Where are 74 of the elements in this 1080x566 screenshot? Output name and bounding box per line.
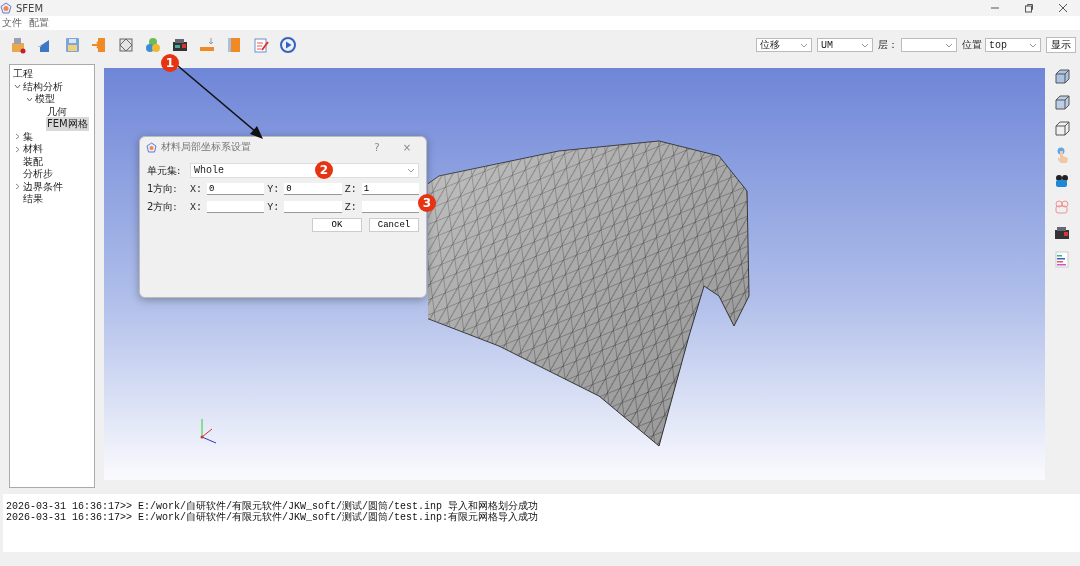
wireframe-cube-icon (1053, 120, 1071, 138)
restore-icon (1024, 3, 1034, 13)
step-down-icon (197, 36, 216, 54)
tree-item[interactable]: 材料 (22, 142, 44, 157)
direction-label: 1方向: (147, 182, 178, 196)
menu-item[interactable]: 配置 (27, 16, 54, 30)
log-line: 2026-03-31 16:36:17>> E:/work/自研软件/有限元软件/JKW_soft/测试/圆筒/test.inp 导入和网格划分成功 (6, 501, 540, 512)
colored-spheres-icon (143, 36, 162, 54)
bar-chart-button[interactable] (1052, 250, 1072, 268)
input-field[interactable] (284, 201, 342, 213)
input-field[interactable] (361, 201, 419, 213)
tree-item[interactable]: 结构分析 (22, 79, 64, 94)
layer-label: 层： (878, 38, 898, 52)
position-dropdown[interactable]: top (985, 38, 1041, 52)
camera-icon (170, 36, 189, 54)
layer-dropdown[interactable] (901, 38, 957, 52)
tree-item[interactable]: 模型 (34, 92, 56, 107)
camera-icon (1053, 224, 1071, 242)
tree-item[interactable]: FEM网格 (46, 117, 89, 132)
axis-label: X: (190, 201, 203, 213)
tree-item[interactable]: 集 (22, 129, 34, 144)
menu-item[interactable]: 文件 (0, 16, 27, 30)
exit-icon (89, 36, 108, 54)
chevron-right-icon[interactable] (13, 133, 21, 141)
axis-label: Z: (344, 183, 358, 195)
app-logo-icon (146, 141, 157, 153)
axis-label: Y: (267, 183, 281, 195)
tree-item[interactable]: 分析步 (22, 167, 54, 182)
chevron-down-icon (800, 42, 808, 48)
close-icon (1058, 3, 1068, 13)
tree-root: 工程 (12, 67, 34, 82)
callout-marker: 1 (161, 54, 179, 72)
wireframe-cube-button[interactable] (1052, 120, 1072, 138)
chevron-down-icon (945, 42, 953, 48)
show-button[interactable]: 显示 (1046, 37, 1076, 53)
cancel-button[interactable]: Cancel (369, 218, 419, 232)
tree-item[interactable]: 几何 (46, 104, 68, 119)
result-dropdown[interactable]: 位移 (756, 38, 812, 52)
chevron-right-icon[interactable] (13, 183, 21, 191)
chevron-down-icon[interactable] (25, 95, 33, 103)
cube-icon (1053, 68, 1071, 86)
cube-button[interactable] (1052, 94, 1072, 112)
ok-button[interactable]: OK (312, 218, 362, 232)
cube-icon (1053, 94, 1071, 112)
video-camera-icon (1053, 198, 1071, 216)
axis-label: X: (190, 183, 203, 195)
camera-button[interactable] (1052, 224, 1072, 242)
axis-label: Z: (344, 201, 358, 213)
input-field[interactable]: 0 (284, 183, 342, 195)
tree-item[interactable]: 结果 (22, 192, 44, 207)
position-label: 位置 (962, 38, 982, 52)
chevron-down-icon (1029, 42, 1037, 48)
mesh-box-icon (116, 36, 135, 54)
tree-item[interactable]: 装配 (22, 154, 44, 169)
log-line: 2026-03-31 16:36:17>> E:/work/自研软件/有限元软件/JKW_soft/测试/圆筒/test.inp:有限元网格导入成功 (6, 512, 540, 523)
axis-label: Y: (267, 201, 281, 213)
tree-item[interactable]: 边界条件 (22, 179, 64, 194)
bar-chart-icon (1053, 250, 1071, 268)
chevron-down-icon (407, 168, 415, 173)
video-camera-icon (1053, 172, 1071, 190)
direction-label: 2方向: (147, 200, 178, 214)
chevron-down-icon (861, 42, 869, 48)
input-field[interactable] (207, 201, 265, 213)
dialog-title: 材料局部坐标系设置 (161, 140, 252, 154)
chevron-right-icon[interactable] (13, 145, 21, 153)
chevron-down-icon[interactable] (13, 83, 21, 91)
cube-button[interactable] (1052, 68, 1072, 86)
input-field[interactable]: 1 (361, 183, 419, 195)
window-title: SFEM (16, 2, 44, 14)
edit-form-icon (251, 36, 270, 54)
element-set-label: 单元集: (147, 163, 182, 178)
play-icon (278, 36, 297, 54)
component-dropdown[interactable]: UM (817, 38, 873, 52)
input-field[interactable]: 0 (207, 183, 265, 195)
